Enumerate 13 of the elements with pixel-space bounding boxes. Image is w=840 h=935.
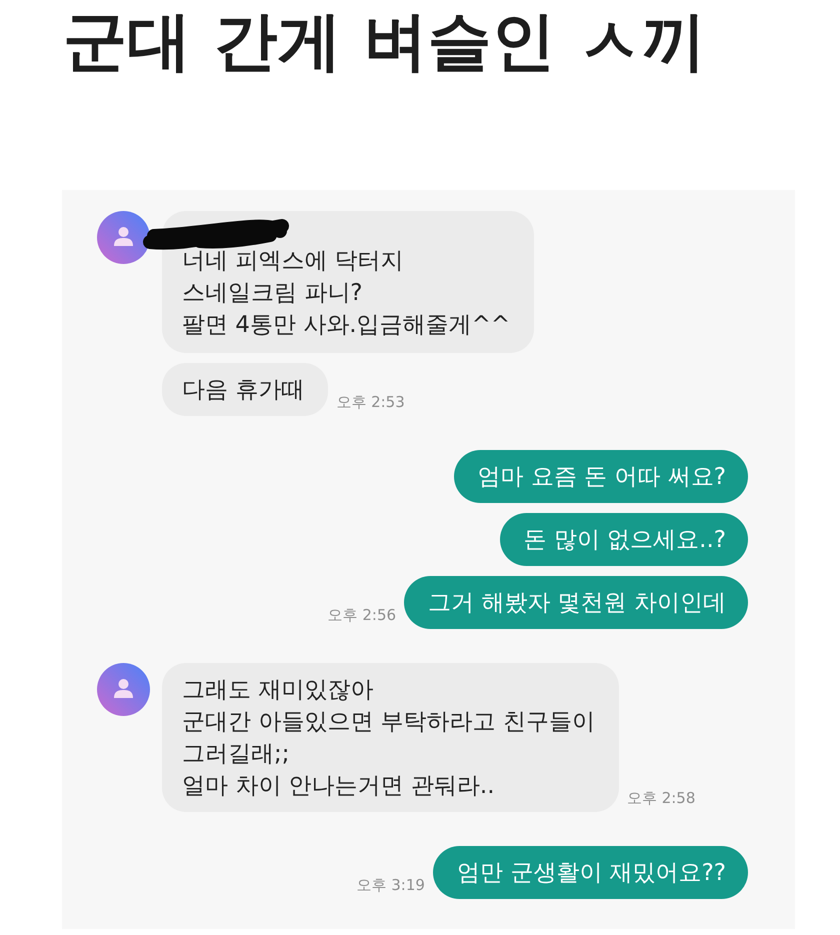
timestamp: 오후 3:19 bbox=[356, 876, 426, 896]
headline: 군대 간게 벼슬인 ㅅ끼 bbox=[62, 4, 707, 81]
message-bubble: 다음 휴가때 bbox=[162, 363, 328, 416]
timestamp: 오후 2:58 bbox=[626, 789, 696, 809]
avatar-icon bbox=[97, 211, 150, 264]
timestamp: 오후 2:56 bbox=[326, 606, 398, 626]
message-bubble: 엄만 군생활이 재밌어요?? bbox=[432, 846, 748, 899]
avatar-icon bbox=[97, 663, 150, 716]
message-bubble: 엄마 요즘 돈 어따 써요? bbox=[454, 450, 748, 503]
message-bubble: 그거 해봤자 몇천원 차이인데 bbox=[404, 576, 748, 629]
message-bubble: 돈 많이 없으세요..? bbox=[500, 513, 748, 566]
message-bubble: 그래도 재미있잖아 군대간 아들있으면 부탁하라고 친구들이 그러길래;; 얼마 차이 안나는거면 관둬라.. bbox=[162, 663, 619, 812]
timestamp: 오후 2:53 bbox=[335, 393, 406, 413]
